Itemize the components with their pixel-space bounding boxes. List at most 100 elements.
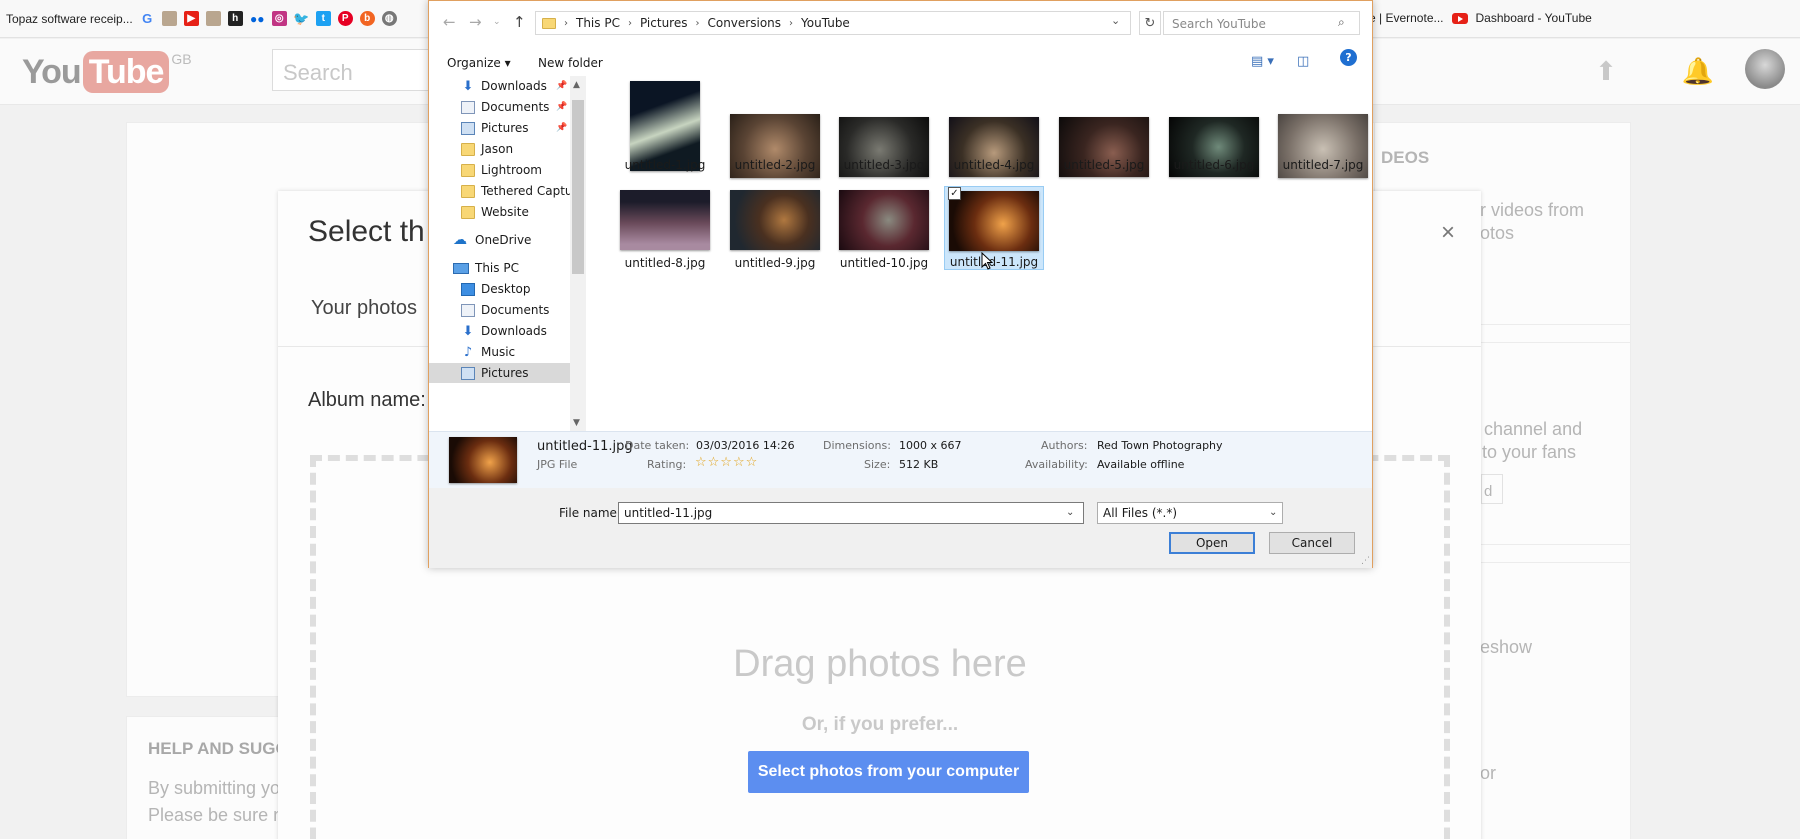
nav-item-pictures[interactable]: Pictures 📌: [461, 118, 567, 138]
rating-stars[interactable]: ☆☆☆☆☆: [695, 455, 758, 470]
nav-label: Music: [481, 345, 516, 359]
help-line-2: Please be sure n: [148, 805, 284, 825]
file-name: untitled-7.jpg: [1282, 158, 1364, 172]
pinterest-icon[interactable]: P: [337, 11, 353, 26]
cancel-button[interactable]: Cancel: [1269, 532, 1355, 554]
bell-icon[interactable]: 🔔: [1680, 53, 1716, 89]
select-photos-button[interactable]: Select photos from your computer: [748, 751, 1029, 793]
bookmark-evernote[interactable]: e | Evernote...: [1369, 11, 1444, 25]
downloads-icon: ⬇: [462, 323, 474, 339]
bookmark-image-icon[interactable]: [205, 11, 221, 26]
breadcrumb-youtube[interactable]: YouTube: [801, 16, 850, 30]
search-input[interactable]: Search YouTube: [1163, 11, 1360, 35]
scroll-thumb[interactable]: [572, 100, 584, 274]
recent-dropdown-icon[interactable]: ⌄: [493, 17, 501, 27]
nav-item-jason[interactable]: Jason: [461, 139, 513, 159]
side-text-4: or: [1480, 763, 1497, 783]
address-bar[interactable]: › This PC › Pictures › Conversions › You…: [535, 11, 1131, 35]
music-icon: ♪: [463, 344, 473, 360]
search-icon[interactable]: ⌕: [1338, 15, 1345, 30]
globe-icon[interactable]: ◍: [381, 11, 397, 26]
logo-tube-text: Tube: [82, 51, 170, 93]
file-item[interactable]: untitled-6.jpg: [1164, 81, 1264, 177]
file-type-select[interactable]: All Files (*.*): [1097, 502, 1283, 524]
nav-item-music[interactable]: ♪ Music: [461, 342, 515, 362]
file-item[interactable]: untitled-1.jpg: [615, 81, 715, 172]
help-icon[interactable]: ?: [1340, 49, 1357, 66]
breadcrumb-this-pc[interactable]: This PC: [576, 16, 620, 30]
folder-icon: [461, 142, 475, 156]
nav-item-downloads-pc[interactable]: ⬇ Downloads: [461, 321, 547, 341]
youtube-logo[interactable]: You Tube GB: [22, 51, 192, 93]
nav-item-documents[interactable]: Documents 📌: [461, 97, 567, 117]
file-item[interactable]: untitled-8.jpg: [615, 186, 715, 270]
pictures-icon: [461, 121, 475, 135]
google-icon[interactable]: G: [140, 11, 155, 26]
instagram-icon[interactable]: ◎: [271, 11, 287, 26]
nav-item-downloads[interactable]: ⬇ Downloads 📌: [461, 76, 568, 96]
breadcrumb-pictures[interactable]: Pictures: [640, 16, 688, 30]
nav-scrollbar[interactable]: ▲ ▼: [570, 76, 586, 431]
twitter-icon[interactable]: 🐦: [293, 11, 309, 26]
selected-file-thumbnail: [449, 437, 517, 483]
bookmark-dashboard[interactable]: Dashboard - YouTube: [1476, 11, 1592, 25]
file-item[interactable]: untitled-5.jpg: [1054, 81, 1154, 177]
tab-your-photos[interactable]: Your photos: [311, 297, 417, 320]
up-icon[interactable]: ↑: [513, 13, 526, 31]
open-button[interactable]: Open: [1169, 532, 1255, 554]
pin-icon: 📌: [556, 102, 568, 112]
nav-item-onedrive[interactable]: ☁ OneDrive: [453, 230, 531, 250]
help-line-1: By submitting yo: [148, 778, 281, 798]
folder-icon: [542, 17, 556, 29]
nav-item-desktop[interactable]: Desktop: [461, 279, 531, 299]
breadcrumb-separator: ›: [695, 17, 700, 29]
file-name-field[interactable]: untitled-11.jpg: [618, 502, 1084, 524]
file-item[interactable]: untitled-9.jpg: [725, 186, 825, 270]
file-name: untitled-1.jpg: [624, 158, 706, 172]
side-button[interactable]: d: [1481, 474, 1503, 504]
forward-icon[interactable]: →: [469, 13, 482, 31]
nav-item-tethered-capture[interactable]: Tethered Captur: [461, 181, 577, 201]
nav-item-pictures-pc[interactable]: Pictures: [429, 363, 570, 383]
nav-item-website[interactable]: Website: [461, 202, 529, 222]
flickr-icon[interactable]: ●●: [250, 11, 265, 26]
dialog-footer: File name: untitled-11.jpg ⌄ All Files (…: [429, 488, 1372, 568]
houzz-icon[interactable]: h: [227, 11, 243, 26]
bookmark-image-icon[interactable]: [161, 11, 177, 26]
search-input[interactable]: Search: [272, 49, 432, 91]
file-item[interactable]: untitled-7.jpg: [1273, 81, 1373, 178]
image-thumbnail: [839, 190, 929, 250]
bookmark-topaz[interactable]: Topaz software receip...: [6, 12, 133, 26]
chevron-down-icon[interactable]: ⌄: [1066, 507, 1074, 518]
blogger-icon[interactable]: b: [359, 11, 375, 26]
file-item[interactable]: untitled-2.jpg: [725, 81, 825, 178]
scroll-up-icon[interactable]: ▲: [573, 80, 580, 90]
nav-label: Lightroom: [481, 163, 542, 177]
file-item[interactable]: untitled-4.jpg: [944, 81, 1044, 177]
date-taken-label: Date taken:: [625, 439, 690, 452]
back-icon[interactable]: ←: [443, 13, 456, 31]
new-folder-button[interactable]: New folder: [538, 56, 603, 70]
nav-item-lightroom[interactable]: Lightroom: [461, 160, 542, 180]
nav-item-this-pc[interactable]: This PC: [453, 258, 519, 278]
scroll-down-icon[interactable]: ▼: [573, 418, 580, 428]
chevron-down-icon[interactable]: ⌄: [1111, 14, 1120, 27]
close-icon[interactable]: ×: [1441, 219, 1455, 247]
view-options-icon[interactable]: ▤ ▾: [1251, 54, 1274, 69]
refresh-icon[interactable]: ↻: [1139, 11, 1161, 35]
file-item[interactable]: untitled-10.jpg: [834, 186, 934, 270]
organize-button[interactable]: Organize ▾: [447, 56, 511, 70]
breadcrumb-conversions[interactable]: Conversions: [707, 16, 781, 30]
resize-grip-icon[interactable]: ⋰: [1361, 556, 1370, 566]
avatar[interactable]: [1745, 49, 1785, 89]
mouse-cursor-icon: [981, 252, 994, 270]
preview-pane-icon[interactable]: ◫: [1297, 54, 1309, 69]
upload-icon[interactable]: ⬆: [1588, 53, 1624, 89]
chevron-down-icon[interactable]: ⌄: [1269, 507, 1277, 518]
youtube-bookmark-icon[interactable]: ▶: [183, 11, 199, 26]
file-item[interactable]: untitled-3.jpg: [834, 81, 934, 177]
nav-item-documents-pc[interactable]: Documents: [461, 300, 549, 320]
tweetdeck-icon[interactable]: t: [315, 11, 331, 26]
checkbox[interactable]: ✓: [948, 187, 961, 200]
or-prefer-text: Or, if you prefer...: [801, 714, 959, 735]
